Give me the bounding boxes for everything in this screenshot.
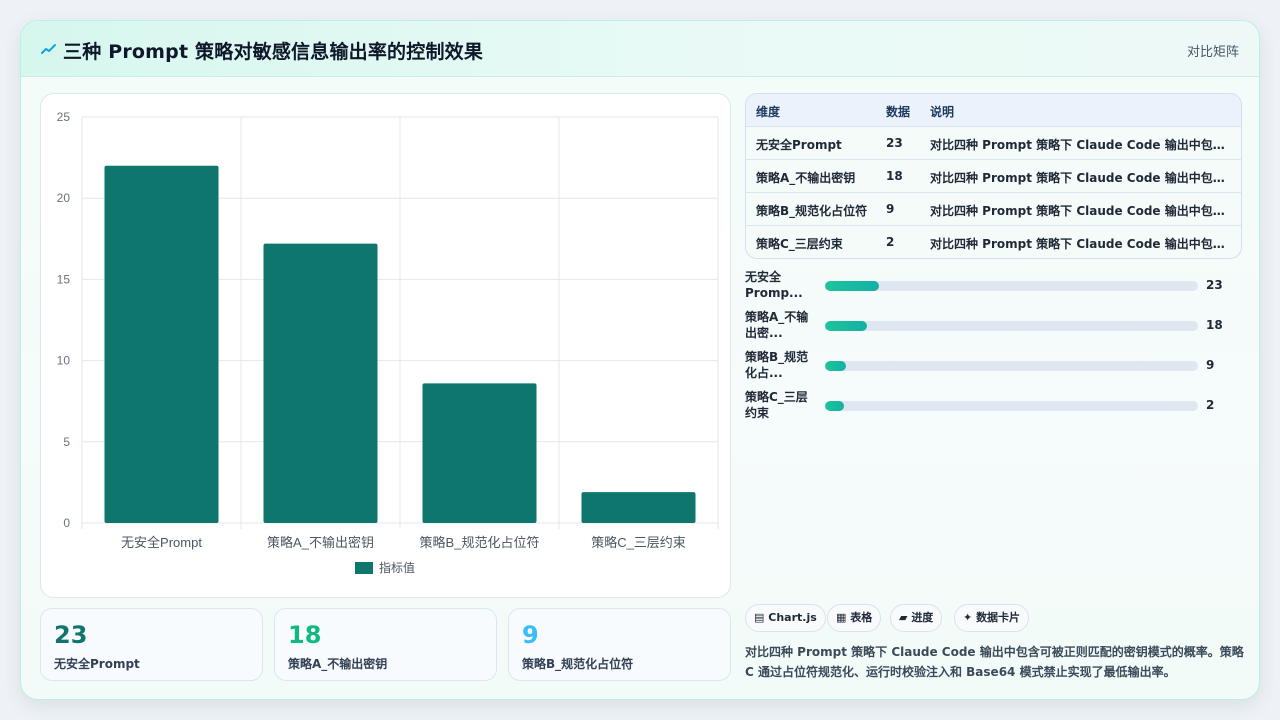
progress-icon: ▰: [899, 611, 908, 624]
stat-label: 无安全Prompt: [54, 657, 140, 671]
progress-fill: [825, 281, 880, 291]
table-cell-dimension: 策略C_三层约束: [756, 237, 843, 251]
table-row: 策略A_不输出密钥 18 对比四种 Prompt 策略下 Claude Code…: [746, 160, 1241, 193]
y-tick-label: 20: [57, 191, 71, 205]
tag-label: 表格: [850, 611, 873, 624]
page-title: 三种 Prompt 策略对敏感信息输出率的控制效果: [63, 41, 484, 63]
stat-value: 18: [288, 621, 322, 649]
trend-line-icon: [41, 44, 56, 54]
y-tick-label: 5: [63, 435, 70, 449]
tag-chartjs[interactable]: ▤ Chart.js: [745, 604, 826, 632]
progress-fill: [825, 321, 868, 331]
progress-value: 18: [1206, 318, 1223, 332]
progress-item: 策略B_规范化占... 9: [745, 349, 1242, 385]
stat-label: 策略A_不输出密钥: [288, 657, 388, 671]
table-cell-description: 对比四种 Prompt 策略下 Claude Code 输出中包含可...: [930, 171, 1230, 185]
table-cell-dimension: 无安全Prompt: [756, 138, 842, 152]
x-tick-label: 无安全Prompt: [121, 535, 202, 550]
table-cell-dimension: 策略A_不输出密钥: [756, 171, 856, 185]
y-tick-label: 0: [63, 516, 70, 530]
x-tick-label: 策略B_规范化占位符: [420, 535, 540, 550]
chart-icon: ▤: [754, 611, 765, 624]
table-cell-data: 18: [886, 169, 903, 183]
bar: [422, 383, 537, 523]
legend-swatch: [355, 562, 373, 574]
progress-value: 23: [1206, 278, 1223, 292]
stat-card: 9 策略B_规范化占位符: [508, 608, 731, 681]
stat-label: 策略B_规范化占位符: [522, 657, 634, 671]
progress-track: [825, 401, 1198, 411]
description-text: 对比四种 Prompt 策略下 Claude Code 输出中包含可被正则匹配的…: [745, 645, 1244, 679]
table-cell-description: 对比四种 Prompt 策略下 Claude Code 输出中包含可...: [930, 237, 1230, 251]
table-row: 策略B_规范化占位符 9 对比四种 Prompt 策略下 Claude Code…: [746, 193, 1241, 226]
header-bar: 三种 Prompt 策略对敏感信息输出率的控制效果 对比矩阵: [21, 21, 1259, 77]
legend-label: 指标值: [379, 560, 415, 575]
tag-label: 数据卡片: [976, 611, 1021, 624]
y-tick-label: 15: [57, 272, 71, 286]
y-tick-label: 10: [57, 354, 71, 368]
dashboard-card: 三种 Prompt 策略对敏感信息输出率的控制效果 对比矩阵 0 5 10 15 20 2…: [20, 20, 1260, 700]
table-header-description: 说明: [930, 105, 955, 119]
progress-label: 策略B_规范化占...: [745, 350, 809, 380]
bar: [104, 165, 219, 523]
tag-progress[interactable]: ▰ 进度: [890, 604, 943, 632]
progress-item: 无安全Promp... 23: [745, 269, 1242, 305]
data-table: 维度 数据 说明 无安全Prompt 23 对比四种 Prompt 策略下 Cl…: [745, 93, 1242, 259]
tag-data-card[interactable]: ✦ 数据卡片: [954, 604, 1030, 632]
progress-label: 策略C_三层约束: [745, 390, 808, 420]
progress-track: [825, 361, 1198, 371]
y-tick-label: 25: [57, 110, 71, 124]
stat-value: 9: [522, 621, 539, 649]
progress-value: 9: [1206, 358, 1215, 372]
progress-value: 2: [1206, 398, 1215, 412]
table-row: 无安全Prompt 23 对比四种 Prompt 策略下 Claude Code…: [746, 127, 1241, 160]
table-cell-description: 对比四种 Prompt 策略下 Claude Code 输出中包含可...: [930, 204, 1230, 218]
progress-fill: [825, 401, 844, 411]
stat-card: 18 策略A_不输出密钥: [274, 608, 497, 681]
progress-item: 策略C_三层约束 2: [745, 389, 1242, 425]
table-cell-data: 9: [886, 202, 895, 216]
sparkle-icon: ✦: [963, 611, 973, 624]
bar-chart: 0 5 10 15 20 25 无安全Prompt 策略A_不输出密钥 策略B_规范化占位符 策略…: [57, 110, 719, 575]
progress-label: 策略A_不输出密...: [745, 310, 809, 340]
table-cell-data: 2: [886, 235, 895, 249]
table-header-dimension: 维度: [756, 105, 781, 119]
progress-item: 策略A_不输出密... 18: [745, 309, 1242, 345]
tag-label: 进度: [911, 611, 934, 624]
table-header-row: 维度 数据 说明: [746, 94, 1241, 127]
progress-track: [825, 321, 1198, 331]
x-tick-label: 策略A_不输出密钥: [267, 535, 374, 550]
progress-label: 无安全Promp...: [745, 270, 803, 300]
stat-card: 23 无安全Prompt: [40, 608, 263, 681]
bar: [581, 492, 696, 523]
progress-fill: [825, 361, 847, 371]
bar-chart-panel: 0 5 10 15 20 25 无安全Prompt 策略A_不输出密钥 策略B_规范化占位符 策略…: [40, 93, 731, 598]
tag-table[interactable]: ▦ 表格: [827, 604, 882, 632]
x-tick-label: 策略C_三层约束: [591, 535, 686, 550]
table-header-data: 数据: [886, 105, 911, 119]
table-cell-description: 对比四种 Prompt 策略下 Claude Code 输出中包含可...: [930, 138, 1230, 152]
table-icon: ▦: [836, 611, 847, 624]
tag-label: Chart.js: [768, 611, 817, 624]
stat-value: 23: [54, 621, 88, 649]
progress-list: 无安全Promp... 23 策略A_不输出密... 18 策略B_规范化占..…: [745, 269, 1242, 429]
header-mode-label: 对比矩阵: [1186, 45, 1239, 60]
bar: [263, 243, 378, 523]
table-cell-data: 23: [886, 136, 903, 150]
progress-track: [825, 281, 1198, 291]
table-cell-dimension: 策略B_规范化占位符: [756, 204, 868, 218]
table-row: 策略C_三层约束 2 对比四种 Prompt 策略下 Claude Code 输…: [746, 226, 1241, 258]
